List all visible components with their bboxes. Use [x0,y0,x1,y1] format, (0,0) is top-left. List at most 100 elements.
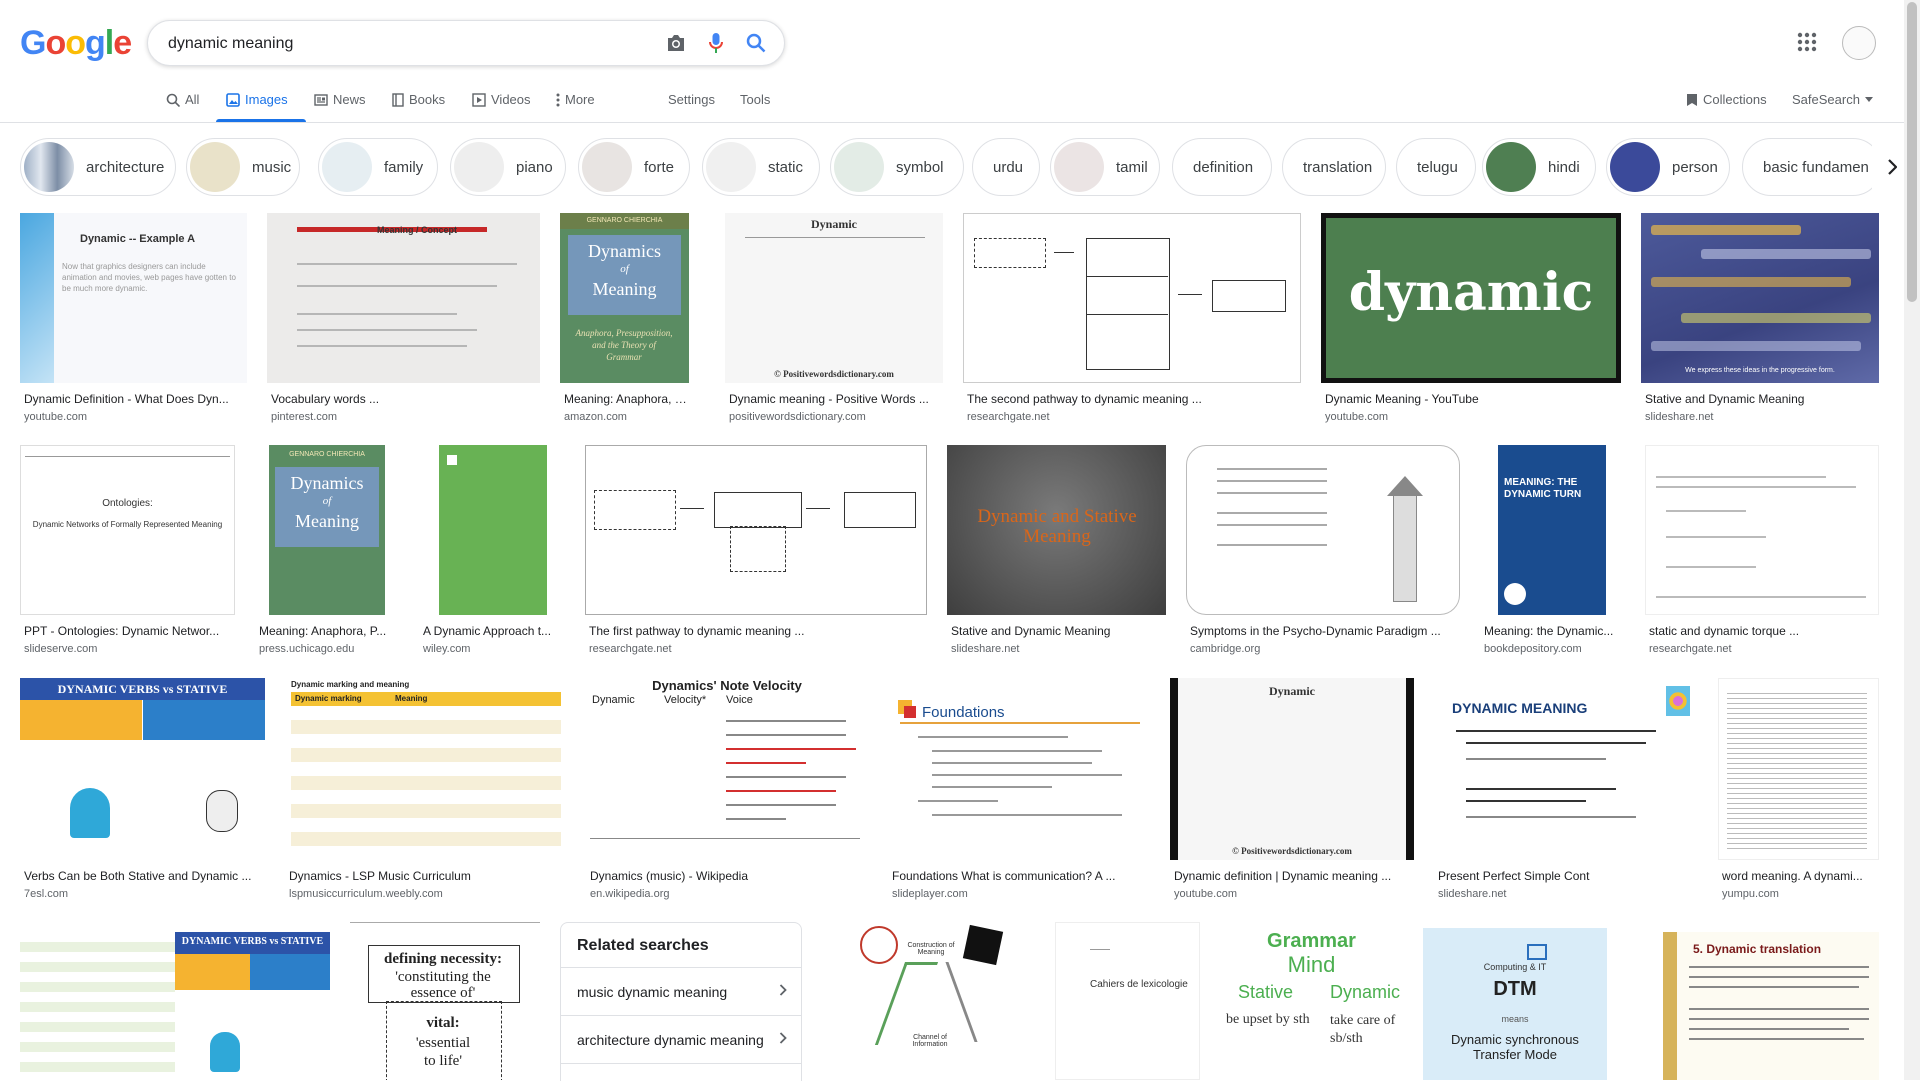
result-thumbnail[interactable]: Dynamics' Note Velocity Dynamic Velocity… [586,678,868,860]
related-search-item[interactable]: music dynamic meaning [561,967,801,1015]
chip-basic-fundamentals[interactable]: basic fundamen [1742,138,1882,196]
result-thumbnail[interactable]: Construction of Meaning Channel of Infor… [820,922,1035,1080]
result-card[interactable]: Grammar Mind Stative Dynamic be upset by… [1220,922,1403,1080]
result-title[interactable]: Stative and Dynamic Meaning [951,624,1168,638]
result-card[interactable]: Symptoms in the Psycho-Dynamic Paradigm … [1186,445,1460,660]
page-scrollbar-thumb[interactable] [1907,2,1917,302]
result-card[interactable]: Cahiers de lexicologie [1055,922,1200,1080]
result-thumbnail[interactable]: Dynamic © Positivewordsdictionary.com [725,213,943,383]
result-thumbnail[interactable] [419,445,567,615]
result-card[interactable]: Dynamic -- Example A Now that graphics d… [20,213,247,428]
chip-urdu[interactable]: urdu [972,138,1040,196]
chip-symbol[interactable]: symbol [830,138,964,196]
search-icon[interactable] [744,31,768,55]
result-title[interactable]: Dynamic meaning - Positive Words ... [729,392,945,406]
tab-news[interactable]: News [314,92,366,107]
result-thumbnail[interactable]: Computing & IT DTM means Dynamic synchro… [1423,928,1607,1080]
result-title[interactable]: Foundations What is communication? A ... [892,869,1152,883]
result-card[interactable]: The second pathway to dynamic meaning ..… [963,213,1301,428]
result-title[interactable]: PPT - Ontologies: Dynamic Networ... [24,624,237,638]
result-card[interactable]: Computing & IT DTM means Dynamic synchro… [1423,928,1607,1080]
result-card[interactable]: Dynamic and Stative Meaning Stative and … [947,445,1166,660]
apps-grid-icon[interactable] [1795,30,1819,54]
result-title[interactable]: Vocabulary words ... [271,392,542,406]
result-thumbnail[interactable]: We express these ideas in the progressiv… [1641,213,1879,383]
chip-architecture[interactable]: architecture [20,138,176,196]
result-card[interactable]: 5. Dynamic translation [1663,932,1879,1080]
result-thumbnail[interactable]: Meaning / Concept [267,213,540,383]
result-thumbnail[interactable]: Foundations [888,678,1150,860]
chip-tamil[interactable]: tamil [1050,138,1160,196]
result-title[interactable]: Verbs Can be Both Stative and Dynamic ..… [24,869,267,883]
chip-person[interactable]: person [1606,138,1730,196]
result-card[interactable]: A Dynamic Approach t... wiley.com [419,445,567,660]
camera-icon[interactable] [664,31,688,55]
result-card[interactable]: GENNARO CHIERCHIA Dynamics of Meaning Me… [255,445,387,660]
result-thumbnail[interactable] [585,445,927,615]
result-title[interactable]: Meaning: Anaphora, P... [259,624,387,638]
result-card[interactable]: DYNAMIC VERBS vs STATIVE Verbs Can be Bo… [20,678,265,903]
result-title[interactable]: Symptoms in the Psycho-Dynamic Paradigm … [1190,624,1462,638]
result-title[interactable]: Dynamics - LSP Music Curriculum [289,869,568,883]
result-card[interactable]: GENNARO CHIERCHIA Dynamics of Meaning An… [560,213,691,428]
tools-link[interactable]: Tools [740,92,770,107]
result-thumbnail[interactable]: defining necessity: 'constituting the es… [350,922,540,1080]
result-card[interactable]: Dynamic © Positivewordsdictionary.com Dy… [1170,678,1414,903]
result-title[interactable]: Dynamic definition | Dynamic meaning ... [1174,869,1416,883]
result-card[interactable]: Meaning / Concept Vocabulary words ... p… [267,213,540,428]
result-title[interactable]: Meaning: the Dynamic... [1484,624,1627,638]
result-card[interactable]: Dynamic © Positivewordsdictionary.com Dy… [725,213,943,428]
tab-books[interactable]: Books [392,92,445,107]
result-card[interactable]: defining necessity: 'constituting the es… [350,922,540,1080]
result-thumbnail[interactable]: DYNAMIC VERBS vs STATIVE [20,678,265,860]
result-title[interactable]: The second pathway to dynamic meaning ..… [967,392,1303,406]
tab-all[interactable]: All [166,92,199,107]
result-thumbnail[interactable]: dynamic [1321,213,1621,383]
chip-hindi[interactable]: hindi [1482,138,1596,196]
chip-music[interactable]: music [186,138,300,196]
result-card[interactable]: Dynamic marking and meaning Dynamic mark… [285,678,566,903]
result-thumbnail[interactable]: Dynamic -- Example A Now that graphics d… [20,213,247,383]
result-title[interactable]: Dynamic Meaning - YouTube [1325,392,1623,406]
result-title[interactable]: Stative and Dynamic Meaning [1645,392,1881,406]
result-thumbnail[interactable] [1186,445,1460,615]
tab-images[interactable]: Images [226,92,288,107]
result-card[interactable]: We express these ideas in the progressiv… [1641,213,1879,428]
chip-translation[interactable]: translation [1282,138,1386,196]
tab-more[interactable]: More [556,92,595,107]
result-card[interactable]: DYNAMIC VERBS vs STATIVE [20,932,330,1080]
chip-forte[interactable]: forte [578,138,690,196]
result-thumbnail[interactable]: Dynamic and Stative Meaning [947,445,1166,615]
result-card[interactable]: Foundations Foundations What is communic… [888,678,1150,903]
result-title[interactable]: static and dynamic torque ... [1649,624,1881,638]
google-logo[interactable]: Google [20,24,132,63]
result-thumbnail[interactable]: 5. Dynamic translation [1663,932,1879,1080]
search-input[interactable] [166,31,630,57]
result-title[interactable]: Dynamics (music) - Wikipedia [590,869,870,883]
result-card[interactable]: DYNAMIC MEANING Present Perfect Simple C… [1434,678,1698,903]
result-thumbnail[interactable]: DYNAMIC VERBS vs STATIVE [20,932,330,1080]
collections-link[interactable]: Collections [1686,92,1767,107]
avatar[interactable] [1842,26,1876,60]
result-card[interactable]: dynamic Dynamic Meaning - YouTube youtub… [1321,213,1621,428]
result-card[interactable]: word meaning. A dynami... yumpu.com [1718,678,1879,903]
result-thumbnail[interactable] [963,213,1301,383]
microphone-icon[interactable] [704,31,728,55]
result-card[interactable]: static and dynamic torque ... researchga… [1645,445,1879,660]
safesearch-dropdown[interactable]: SafeSearch [1792,92,1873,107]
result-thumbnail[interactable]: Ontologies: Dynamic Networks of Formally… [20,445,235,615]
result-title[interactable]: word meaning. A dynami... [1722,869,1881,883]
related-search-item[interactable]: architecture dynamic meaning [561,1015,801,1063]
tab-videos[interactable]: Videos [472,92,531,107]
result-thumbnail[interactable]: Dynamic © Positivewordsdictionary.com [1170,678,1414,860]
related-search-item[interactable] [561,1063,801,1081]
result-card[interactable]: Construction of Meaning Channel of Infor… [820,922,1035,1080]
result-thumbnail[interactable]: Grammar Mind Stative Dynamic be upset by… [1220,922,1403,1080]
settings-link[interactable]: Settings [668,92,715,107]
chip-definition[interactable]: definition [1172,138,1272,196]
result-thumbnail[interactable]: DYNAMIC MEANING [1434,678,1698,860]
result-thumbnail[interactable]: GENNARO CHIERCHIA Dynamics of Meaning An… [560,213,689,383]
result-title[interactable]: The first pathway to dynamic meaning ... [589,624,929,638]
chip-piano[interactable]: piano [450,138,566,196]
result-thumbnail[interactable] [1718,678,1879,860]
